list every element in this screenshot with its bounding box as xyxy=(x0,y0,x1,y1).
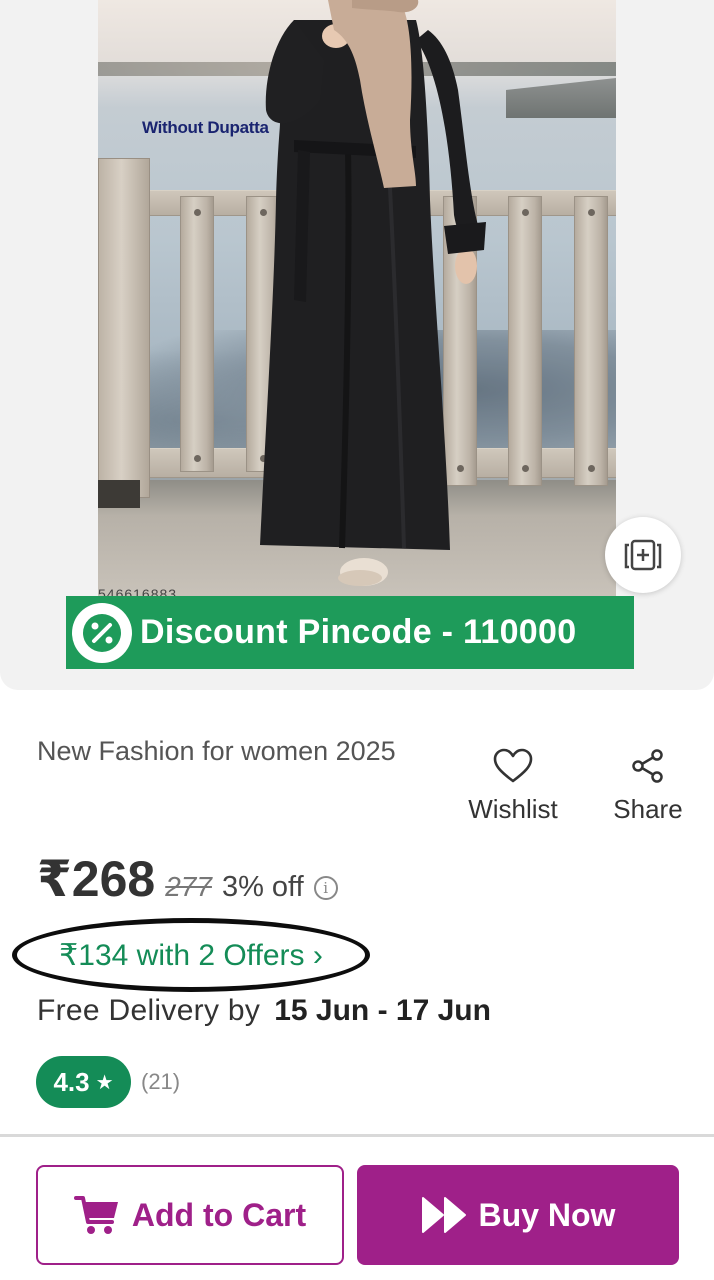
add-to-cart-button[interactable]: Add to Cart xyxy=(36,1165,344,1265)
delivery-label: Free Delivery by xyxy=(37,994,261,1027)
offers-label: ₹134 with 2 Offers › xyxy=(59,938,323,972)
product-photo[interactable]: Without Dupatta xyxy=(98,0,616,600)
info-icon[interactable]: i xyxy=(313,876,338,900)
rating-badge[interactable]: 4.3 ★ xyxy=(36,1056,131,1108)
discount-banner-text: Discount Pincode - 110000 xyxy=(140,613,577,651)
buy-now-label: Buy Now xyxy=(478,1196,616,1233)
percent-badge-icon xyxy=(72,602,132,663)
add-to-cart-label: Add to Cart xyxy=(131,1196,307,1233)
model-figure xyxy=(260,0,486,586)
original-price: 277 xyxy=(165,871,212,902)
fast-forward-icon xyxy=(421,1197,466,1233)
rating-value: 4.3 xyxy=(53,1066,90,1097)
similar-products-button[interactable] xyxy=(605,517,681,593)
product-image-carousel[interactable]: Without Dupatta 546616883 Discount Pinco… xyxy=(0,0,714,690)
similar-products-icon xyxy=(624,539,662,571)
buy-now-button[interactable]: Buy Now xyxy=(357,1165,679,1265)
divider xyxy=(0,1134,714,1137)
rating-count: (21) xyxy=(141,1069,181,1094)
cart-icon xyxy=(73,1196,118,1234)
price-row: ₹268 277 3% off i xyxy=(37,850,338,908)
wishlist-button[interactable]: Wishlist xyxy=(462,748,564,825)
product-title: New Fashion for women 2025 xyxy=(37,736,396,766)
selling-price: ₹268 xyxy=(37,851,156,907)
delivery-date: 15 Jun - 17 Jun xyxy=(274,994,491,1027)
discount-percent: 3% off xyxy=(221,871,304,903)
share-icon xyxy=(632,749,663,783)
wishlist-label: Wishlist xyxy=(468,794,558,824)
delivery-info: Free Delivery by 15 Jun - 17 Jun xyxy=(37,994,491,1028)
star-icon: ★ xyxy=(95,1071,114,1094)
discount-pincode-banner: Discount Pincode - 110000 xyxy=(66,596,634,669)
heart-icon xyxy=(493,748,533,783)
offers-link[interactable]: ₹134 with 2 Offers › xyxy=(12,918,370,992)
rating-row[interactable]: 4.3 ★ (21) xyxy=(36,1056,180,1108)
share-button[interactable]: Share xyxy=(610,748,686,825)
share-label: Share xyxy=(613,794,683,824)
